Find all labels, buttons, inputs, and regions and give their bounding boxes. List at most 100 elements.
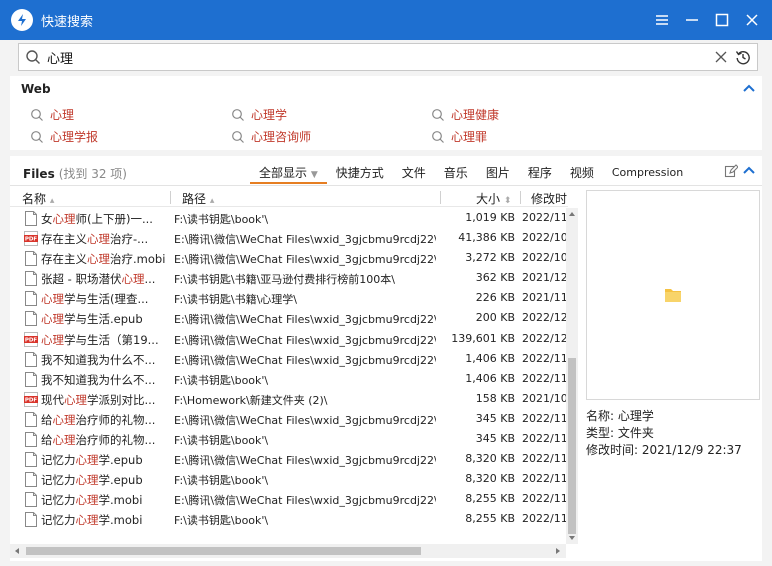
table-row[interactable]: 给心理治疗师的礼物... E:\腾讯\微信\WeChat Files\wxid_3… — [10, 409, 566, 429]
document-file-icon — [25, 351, 37, 367]
maximize-icon[interactable] — [708, 6, 736, 34]
col-path[interactable]: 路径 ▴ — [182, 190, 214, 207]
search-icon — [432, 108, 444, 121]
table-row[interactable]: PDF 存在主义心理治疗-... E:\腾讯\微信\WeChat Files\wxi… — [10, 228, 566, 248]
web-suggestion[interactable]: 心理健康 — [431, 106, 499, 123]
file-name: 记忆力心理学.mobi — [41, 493, 143, 508]
table-row[interactable]: 记忆力心理学.mobi E:\腾讯\微信\WeChat Files\wxid_3g… — [10, 489, 566, 509]
file-modified: 2022/11 — [522, 472, 566, 486]
file-name: 女心理师(上下册)一... — [41, 212, 153, 226]
search-icon — [31, 108, 43, 121]
file-name: 我不知道我为什么不... — [41, 372, 156, 387]
table-row[interactable]: 记忆力心理学.epub E:\腾讯\微信\WeChat Files\wxid_3g… — [10, 449, 566, 469]
table-row[interactable]: 记忆力心理学.mobi F:\读书钥匙\book'\ 8,255 KB 2022/11 — [10, 509, 566, 529]
close-icon[interactable] — [738, 6, 766, 34]
web-suggestion[interactable]: 心理罪 — [431, 128, 487, 145]
file-path: F:\读书钥匙\book'\ — [174, 434, 269, 448]
file-modified: 2022/12 — [522, 311, 566, 325]
table-row[interactable]: 存在主义心理治疗.mobi E:\腾讯\微信\WeChat Files\wxid_… — [10, 248, 566, 268]
file-size: 1,406 KB — [465, 371, 515, 385]
table-row[interactable]: 给心理治疗师的礼物... F:\读书钥匙\book'\ 345 KB 2022/11 — [10, 429, 566, 449]
file-path: F:\读书钥匙\书籍\亚马逊付费排行榜前100本\ — [174, 273, 395, 287]
tab-files[interactable]: 文件 — [393, 162, 435, 184]
menu-icon[interactable] — [648, 6, 676, 34]
tab-music[interactable]: 音乐 — [435, 162, 477, 184]
web-suggestion[interactable]: 心理学报 — [30, 128, 98, 145]
tab-all[interactable]: 全部显示 ▼ — [250, 162, 327, 184]
search-input[interactable] — [47, 49, 713, 65]
file-name: 心理学与生活(理查... — [41, 292, 149, 307]
file-modified: 2021/10 — [522, 391, 566, 405]
file-name: 存在主义心理治疗-... — [41, 232, 149, 247]
col-name[interactable]: 名称 ▴ — [22, 190, 54, 207]
table-row[interactable]: 记忆力心理学.epub F:\读书钥匙\book'\ 8,320 KB 2022/11 — [10, 469, 566, 489]
scroll-down-icon[interactable] — [568, 534, 576, 542]
column-divider[interactable] — [440, 191, 441, 204]
table-row[interactable]: PDF 现代心理学派别对比... F:\Homework\新建文件夹 (2)\ 158… — [10, 389, 566, 409]
file-name: 存在主义心理治疗.mobi — [41, 252, 166, 267]
clear-search-icon[interactable] — [713, 49, 729, 65]
collapse-web-icon[interactable] — [742, 82, 756, 96]
sort-icon: ▴ — [49, 196, 55, 206]
document-file-icon — [25, 251, 37, 267]
file-modified: 2021/11 — [522, 291, 566, 305]
table-row[interactable]: 心理学与生活.epub E:\腾讯\微信\WeChat Files\wxid_3g… — [10, 308, 566, 328]
scroll-right-icon[interactable] — [554, 547, 562, 555]
file-size: 1,019 KB — [465, 211, 515, 224]
web-suggestion[interactable]: 心理 — [30, 106, 74, 123]
tab-compression[interactable]: Compression — [603, 162, 692, 184]
table-row[interactable]: 女心理师(上下册)一... F:\读书钥匙\book'\ 1,019 KB 2022/… — [10, 208, 566, 228]
document-file-icon — [25, 311, 37, 327]
file-path: E:\腾讯\微信\WeChat Files\wxid_3gjcbmu9rcdj2… — [174, 494, 436, 508]
table-row[interactable]: 张超 - 职场潜伏心理... F:\读书钥匙\书籍\亚马逊付费排行榜前100本\ 3… — [10, 268, 566, 288]
collapse-files-icon[interactable] — [742, 164, 756, 178]
file-modified: 2022/11 — [522, 351, 566, 365]
table-row[interactable]: PDF 心理学与生活（第19... E:\腾讯\微信\WeChat Files\wx… — [10, 329, 566, 349]
file-size: 345 KB — [475, 411, 515, 425]
web-suggestion[interactable]: 心理咨询师 — [231, 128, 311, 145]
tab-shortcuts[interactable]: 快捷方式 — [327, 162, 393, 184]
horizontal-scrollbar[interactable] — [10, 544, 566, 558]
file-name: 我不知道我为什么不... — [41, 352, 156, 367]
window-title: 快速搜索 — [41, 14, 94, 30]
edit-icon[interactable] — [724, 164, 738, 178]
scroll-left-icon[interactable] — [13, 547, 21, 555]
table-row[interactable]: 我不知道我为什么不... F:\读书钥匙\book'\ 1,406 KB 2022/1… — [10, 369, 566, 389]
column-divider[interactable] — [520, 191, 521, 204]
files-header: Files (找到 32 项) 全部显示 ▼ 快捷方式 文件 音乐 图片 程序 视… — [10, 156, 762, 186]
file-size: 8,255 KB — [465, 512, 515, 526]
app-logo-icon — [11, 9, 33, 31]
minimize-icon[interactable] — [678, 6, 706, 34]
file-name: 记忆力心理学.epub — [41, 453, 143, 468]
search-icon — [31, 130, 43, 143]
file-modified: 2022/11 — [522, 432, 566, 446]
tab-programs[interactable]: 程序 — [519, 162, 561, 184]
file-modified: 2022/11 — [522, 512, 566, 526]
property-modified: 修改时间: 2021/12/9 22:37 — [586, 443, 742, 457]
file-name: 心理学与生活（第19... — [41, 332, 159, 347]
col-modified[interactable]: 修改时 — [531, 190, 567, 207]
tab-videos[interactable]: 视频 — [561, 162, 603, 184]
file-path: F:\读书钥匙\book'\ — [174, 514, 269, 528]
file-modified: 2022/10 — [522, 251, 566, 265]
table-row[interactable]: 我不知道我为什么不... E:\腾讯\微信\WeChat Files\wxid_3… — [10, 349, 566, 369]
files-title: Files (找到 32 项) — [23, 167, 127, 181]
sort-icon: ⬍ — [503, 196, 512, 206]
history-icon[interactable] — [735, 49, 751, 65]
scroll-up-icon[interactable] — [568, 210, 576, 218]
table-row[interactable]: 心理学与生活(理查... F:\读书钥匙\书籍\心理学\ 226 KB 2021/11 — [10, 288, 566, 308]
column-divider[interactable] — [170, 191, 171, 204]
search-icon — [26, 50, 40, 64]
pdf-file-icon: PDF — [24, 231, 38, 247]
tab-images[interactable]: 图片 — [477, 162, 519, 184]
web-suggestion[interactable]: 心理学 — [231, 106, 287, 123]
file-size: 139,601 KB — [451, 331, 515, 345]
file-size: 3,272 KB — [465, 251, 515, 265]
horizontal-scroll-thumb[interactable] — [26, 547, 421, 555]
vertical-scrollbar[interactable] — [566, 208, 578, 544]
col-size[interactable]: 大小 ⬍ — [476, 190, 511, 207]
vertical-scroll-thumb[interactable] — [568, 358, 576, 534]
document-file-icon — [25, 271, 37, 287]
file-name: 记忆力心理学.epub — [41, 473, 143, 488]
file-path: F:\读书钥匙\book'\ — [174, 373, 269, 387]
